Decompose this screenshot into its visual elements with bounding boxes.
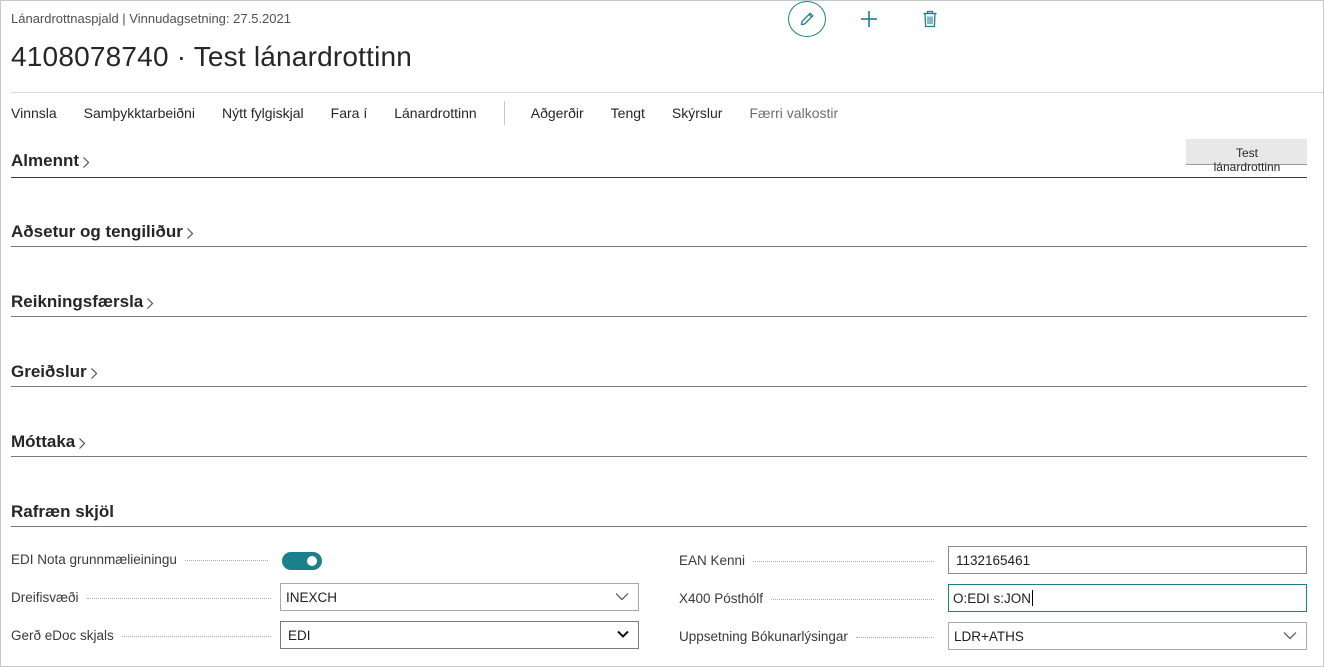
section-general-summary: Test lánardrottinn: [1186, 139, 1307, 174]
leader-dots: [771, 599, 934, 600]
chevron-down-icon: [1283, 632, 1297, 640]
edi-uom-toggle[interactable]: [282, 552, 322, 570]
section-general: Almennt Test lánardrottinn: [11, 139, 1307, 178]
top-actions: [788, 1, 937, 37]
posting-setup-row: Uppsetning Bókunarlýsingar: [679, 629, 942, 644]
action-actions[interactable]: Aðgerðir: [531, 105, 584, 121]
action-related[interactable]: Tengt: [611, 105, 645, 121]
new-button[interactable]: [854, 4, 884, 34]
distribution-value: INEXCH: [286, 589, 338, 605]
section-edoc-header[interactable]: Rafræn skjöl: [11, 502, 1307, 522]
ean-input[interactable]: 1132165461: [948, 546, 1307, 574]
x400-row: X400 Pósthólf: [679, 591, 942, 606]
ean-label: EAN Kenni: [679, 553, 746, 568]
section-address-rule: [11, 246, 1307, 247]
section-invoicing-rule: [11, 316, 1307, 317]
section-address-title: Aðsetur og tengiliður: [11, 222, 183, 241]
page-frame: Lánardrottnaspjald | Vinnudagsetning: 27…: [0, 0, 1324, 667]
section-general-rule: [11, 177, 1307, 178]
chevron-down-icon: [615, 593, 629, 601]
section-receiving: Móttaka: [11, 432, 1307, 457]
page-title: 4108078740 · Test lánardrottinn: [11, 41, 413, 72]
posting-setup-select[interactable]: LDR+ATHS: [948, 622, 1307, 650]
trash-icon: [923, 10, 937, 28]
toggle-knob: [307, 556, 317, 566]
section-invoicing-title: Reikningsfærsla: [11, 292, 144, 311]
section-invoicing-header[interactable]: Reikningsfærsla: [11, 292, 1307, 312]
section-edoc-rule: [11, 526, 1307, 527]
header-divider: [11, 92, 1323, 93]
doc-type-value: EDI: [288, 627, 311, 643]
action-new-document[interactable]: Nýtt fylgiskjal: [222, 105, 304, 121]
distribution-select[interactable]: INEXCH: [280, 583, 639, 611]
x400-value: O:EDI s:JON: [953, 590, 1032, 606]
section-payments: Greiðslur: [11, 362, 1307, 387]
distribution-label: Dreifisvæði: [11, 590, 79, 605]
x400-input[interactable]: O:EDI s:JON: [948, 584, 1307, 612]
posting-setup-label: Uppsetning Bókunarlýsingar: [679, 629, 848, 644]
action-approval-request[interactable]: Samþykktarbeiðni: [84, 105, 195, 121]
pencil-icon: [800, 12, 814, 26]
distribution-row: Dreifisvæði: [11, 590, 279, 605]
delete-button[interactable]: [915, 4, 945, 34]
leader-dots: [121, 636, 271, 637]
fewer-options-link[interactable]: Færri valkostir: [749, 105, 838, 121]
plus-icon: [861, 11, 877, 27]
ean-value: 1132165461: [956, 552, 1031, 568]
section-payments-header[interactable]: Greiðslur: [11, 362, 1307, 382]
action-processing[interactable]: Vinnsla: [11, 105, 57, 121]
edit-button[interactable]: [788, 1, 826, 37]
action-reports[interactable]: Skýrslur: [672, 105, 723, 121]
doc-type-label: Gerð eDoc skjals: [11, 628, 114, 643]
action-navigate[interactable]: Fara í: [331, 105, 368, 121]
action-bar: Vinnsla Samþykktarbeiðni Nýtt fylgiskjal…: [11, 101, 865, 125]
chevron-right-icon: [79, 437, 86, 449]
text-cursor: [1032, 590, 1034, 606]
action-separator: [503, 101, 505, 125]
section-receiving-rule: [11, 456, 1307, 457]
leader-dots: [855, 637, 934, 638]
action-vendor[interactable]: Lánardrottinn: [394, 105, 477, 121]
edi-uom-label: EDI Nota grunnmælieiningu: [11, 552, 177, 567]
section-general-header[interactable]: Almennt: [11, 151, 1307, 171]
doc-type-select[interactable]: EDI: [280, 621, 639, 649]
chevron-right-icon: [83, 156, 90, 168]
section-general-title: Almennt: [11, 151, 79, 170]
section-edoc-title: Rafræn skjöl: [11, 502, 114, 521]
leader-dots: [86, 598, 271, 599]
doc-type-row: Gerð eDoc skjals: [11, 628, 279, 643]
section-edoc: Rafræn skjöl: [11, 502, 1307, 527]
ean-row: EAN Kenni: [679, 553, 942, 568]
chevron-down-icon: [617, 630, 629, 638]
page-caption: Lánardrottnaspjald | Vinnudagsetning: 27…: [11, 11, 291, 26]
section-payments-title: Greiðslur: [11, 362, 87, 381]
section-address: Aðsetur og tengiliður: [11, 222, 1307, 247]
posting-setup-value: LDR+ATHS: [954, 628, 1024, 644]
chevron-right-icon: [186, 227, 194, 239]
section-payments-rule: [11, 386, 1307, 387]
leader-dots: [753, 561, 934, 562]
section-receiving-header[interactable]: Móttaka: [11, 432, 1307, 452]
x400-label: X400 Pósthólf: [679, 591, 764, 606]
section-receiving-title: Móttaka: [11, 432, 76, 451]
section-address-header[interactable]: Aðsetur og tengiliður: [11, 222, 1307, 242]
chevron-right-icon: [147, 297, 154, 309]
edi-uom-row: EDI Nota grunnmælieiningu: [11, 552, 276, 567]
leader-dots: [184, 560, 268, 561]
chevron-right-icon: [90, 367, 97, 379]
section-invoicing: Reikningsfærsla: [11, 292, 1307, 317]
